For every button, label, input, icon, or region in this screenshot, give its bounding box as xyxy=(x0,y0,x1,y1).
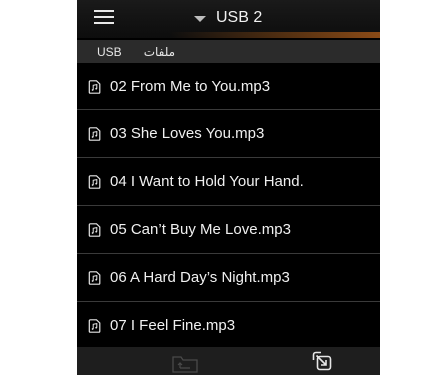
file-list: 02 From Me to You.mp3 03 She Loves You.m… xyxy=(77,64,380,350)
file-row[interactable]: 04 I Want to Hold Your Hand. xyxy=(77,158,380,206)
music-file-icon xyxy=(88,174,101,189)
file-row[interactable]: 02 From Me to You.mp3 xyxy=(77,64,380,110)
file-row[interactable]: 07 I Feel Fine.mp3 xyxy=(77,302,380,350)
breadcrumb: USB ملفات xyxy=(77,40,380,63)
music-file-icon xyxy=(88,270,101,285)
file-name: 07 I Feel Fine.mp3 xyxy=(110,317,236,334)
music-file-icon xyxy=(88,126,101,141)
usb-browser-screen: USB 2 USB ملفات 02 From Me to You.mp3 03… xyxy=(77,0,380,375)
file-name: 02 From Me to You.mp3 xyxy=(110,78,271,95)
top-bar-accent xyxy=(170,32,380,38)
bottom-bar xyxy=(77,347,380,375)
folder-up-icon[interactable] xyxy=(171,352,199,374)
file-name: 03 She Loves You.mp3 xyxy=(110,125,265,142)
file-row[interactable]: 03 She Loves You.mp3 xyxy=(77,110,380,158)
file-row[interactable]: 05 Can’t Buy Me Love.mp3 xyxy=(77,206,380,254)
file-name: 05 Can’t Buy Me Love.mp3 xyxy=(110,221,291,238)
hamburger-menu-icon[interactable] xyxy=(94,10,114,25)
breadcrumb-files[interactable]: ملفات xyxy=(144,45,175,59)
breadcrumb-root[interactable]: USB xyxy=(97,45,122,59)
music-file-icon xyxy=(88,318,101,333)
exit-arrow-icon[interactable] xyxy=(311,350,333,372)
source-dropdown[interactable]: USB 2 xyxy=(194,6,262,30)
file-name: 04 I Want to Hold Your Hand. xyxy=(110,173,304,190)
music-file-icon xyxy=(88,79,101,94)
file-row[interactable]: 06 A Hard Day’s Night.mp3 xyxy=(77,254,380,302)
file-name: 06 A Hard Day’s Night.mp3 xyxy=(110,269,290,286)
chevron-down-icon xyxy=(194,16,206,22)
source-title: USB 2 xyxy=(216,9,263,26)
top-bar: USB 2 xyxy=(77,0,380,38)
music-file-icon xyxy=(88,222,101,237)
